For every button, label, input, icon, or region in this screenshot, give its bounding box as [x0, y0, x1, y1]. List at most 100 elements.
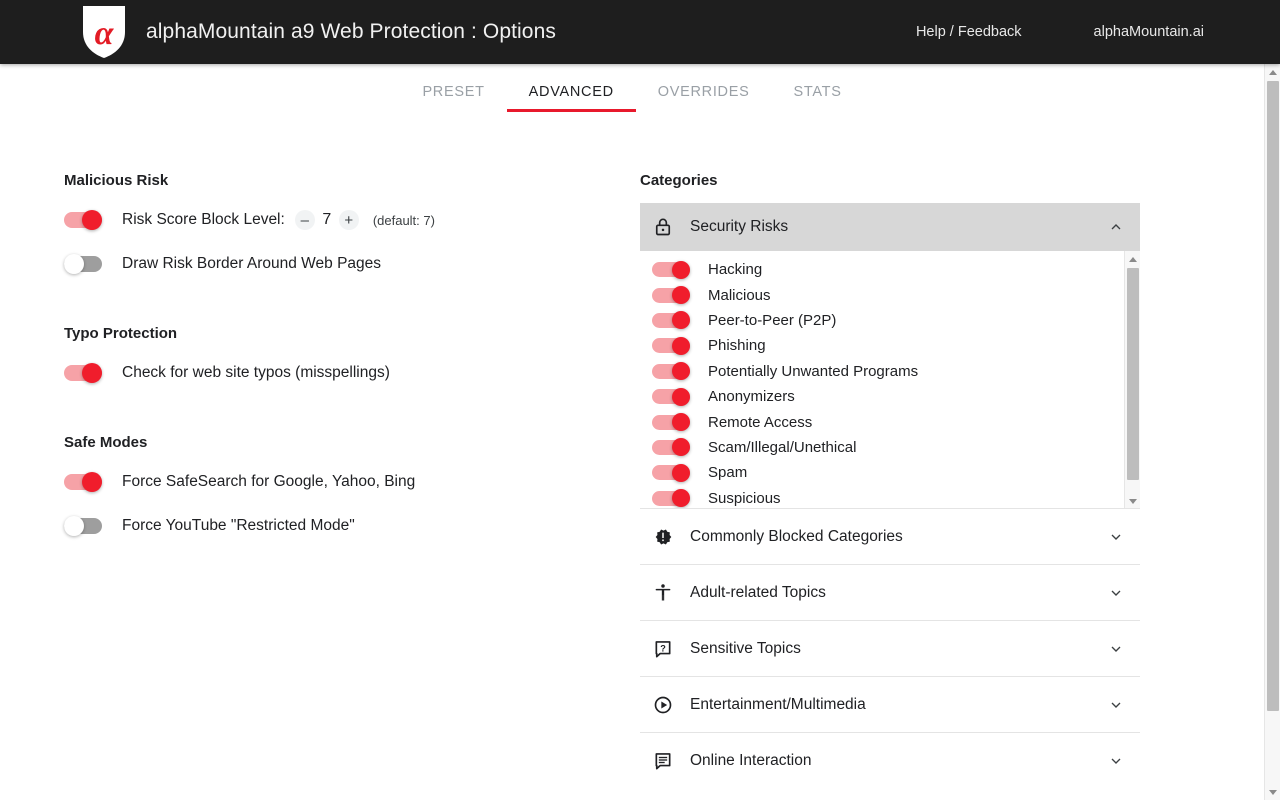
option-draw-risk-border: Draw Risk Border Around Web Pages [64, 247, 604, 281]
category-group-adult-related-topics[interactable]: Adult-related Topics [640, 565, 1140, 621]
toggle-knob [82, 472, 102, 492]
toggle-knob [64, 254, 84, 274]
categories-column: Categories Security Risks [640, 172, 1140, 789]
chevron-up-icon[interactable] [1108, 219, 1124, 235]
category-group-label: Online Interaction [690, 752, 812, 770]
spacer [64, 400, 604, 434]
toggle-knob [672, 337, 690, 355]
toggle-knob [64, 516, 84, 536]
app-header: α alphaMountain a9 Web Protection : Opti… [0, 0, 1280, 64]
category-group-commonly-blocked-categories[interactable]: Commonly Blocked Categories [640, 509, 1140, 565]
chevron-down-icon[interactable] [1108, 585, 1124, 601]
spacer [64, 291, 604, 325]
toggle-category-suspicious[interactable] [652, 489, 690, 507]
page-title: alphaMountain a9 Web Protection : Option… [146, 20, 556, 44]
tab-bar: PRESET ADVANCED OVERRIDES STATS [0, 64, 1264, 112]
toggle-risk-score-block-level[interactable] [64, 210, 102, 230]
question-bubble-icon: ? [652, 638, 674, 660]
category-item-label: Peer-to-Peer (P2P) [708, 312, 836, 329]
category-group-security-risks[interactable]: Security Risks [640, 203, 1140, 251]
option-force-youtube-restricted: Force YouTube "Restricted Mode" [64, 509, 604, 543]
svg-text:?: ? [660, 643, 666, 653]
category-group-entertainment-multimedia[interactable]: Entertainment/Multimedia [640, 677, 1140, 733]
categories-panel: Security Risks Hacking Malicious Peer-to-P… [640, 203, 1140, 789]
header-links: Help / Feedback alphaMountain.ai [916, 24, 1204, 40]
category-item-label: Scam/Illegal/Unethical [708, 439, 856, 456]
page-scroll-down-arrow-icon[interactable] [1265, 784, 1280, 800]
category-item-row: Remote Access [640, 409, 1124, 434]
category-item-label: Anonymizers [708, 388, 795, 405]
risk-score-increment-button[interactable]: + [339, 210, 359, 230]
alphamountain-site-link[interactable]: alphaMountain.ai [1094, 24, 1204, 40]
risk-score-value: 7 [315, 211, 339, 229]
category-group-sensitive-topics[interactable]: ? Sensitive Topics [640, 621, 1140, 677]
category-item-row: Hacking [640, 257, 1124, 282]
toggle-knob [672, 413, 690, 431]
tab-overrides[interactable]: OVERRIDES [636, 84, 772, 112]
chevron-down-icon[interactable] [1108, 529, 1124, 545]
category-item-row: Peer-to-Peer (P2P) [640, 308, 1124, 333]
toggle-category-remote-access[interactable] [652, 413, 690, 431]
toggle-category-malicious[interactable] [652, 286, 690, 304]
category-item-label: Hacking [708, 261, 762, 278]
category-item-row: Anonymizers [640, 384, 1124, 409]
page-scrollbar-thumb[interactable] [1267, 81, 1279, 711]
page-scrollbar[interactable] [1264, 64, 1280, 800]
toggle-category-anonymizers[interactable] [652, 388, 690, 406]
scroll-down-arrow-icon[interactable] [1125, 493, 1140, 509]
toggle-category-scam-illegal-unethical[interactable] [652, 438, 690, 456]
toggle-knob [672, 464, 690, 482]
toggle-check-typos[interactable] [64, 363, 102, 383]
category-item-label: Potentially Unwanted Programs [708, 363, 918, 380]
security-risks-sublist: HackingMaliciousPeer-to-Peer (P2P)Phishi… [640, 251, 1124, 509]
tab-advanced[interactable]: ADVANCED [507, 84, 636, 112]
option-check-typos: Check for web site typos (misspellings) [64, 356, 604, 390]
toggle-category-potentially-unwanted-programs[interactable] [652, 362, 690, 380]
toggle-category-phishing[interactable] [652, 337, 690, 355]
option-label: Check for web site typos (misspellings) [122, 364, 390, 382]
toggle-force-youtube-restricted[interactable] [64, 516, 102, 536]
category-item-row: Scam/Illegal/Unethical [640, 435, 1124, 460]
options-content: Malicious Risk Risk Score Block Level: –… [0, 112, 1264, 800]
chevron-down-icon[interactable] [1108, 697, 1124, 713]
category-group-online-interaction[interactable]: Online Interaction [640, 733, 1140, 789]
category-item-label: Suspicious [708, 490, 781, 507]
category-group-label: Entertainment/Multimedia [690, 696, 866, 714]
scroll-up-arrow-icon[interactable] [1125, 251, 1140, 267]
option-risk-score-block-level: Risk Score Block Level: – 7 + (default: … [64, 203, 604, 237]
lock-icon [652, 216, 674, 238]
help-feedback-link[interactable]: Help / Feedback [916, 24, 1022, 40]
toggle-knob [672, 286, 690, 304]
risk-score-default-note: (default: 7) [373, 213, 435, 228]
left-settings-column: Malicious Risk Risk Score Block Level: –… [64, 172, 604, 553]
page-scroll-up-arrow-icon[interactable] [1265, 64, 1280, 80]
category-item-row: Malicious [640, 282, 1124, 307]
toggle-category-peer-to-peer-p2p[interactable] [652, 311, 690, 329]
toggle-category-spam[interactable] [652, 464, 690, 482]
toggle-draw-risk-border[interactable] [64, 254, 102, 274]
tab-preset[interactable]: PRESET [400, 84, 506, 112]
category-group-label: Security Risks [690, 218, 788, 236]
category-item-label: Spam [708, 464, 747, 481]
toggle-category-hacking[interactable] [652, 261, 690, 279]
toggle-knob [672, 438, 690, 456]
category-item-row: Potentially Unwanted Programs [640, 359, 1124, 384]
option-label: Risk Score Block Level: [122, 211, 285, 229]
toggle-knob [82, 363, 102, 383]
option-label: Draw Risk Border Around Web Pages [122, 255, 381, 273]
toggle-force-safesearch[interactable] [64, 472, 102, 492]
alert-badge-icon [652, 526, 674, 548]
chevron-down-icon[interactable] [1108, 641, 1124, 657]
tab-stats[interactable]: STATS [771, 84, 863, 112]
section-title-safe-modes: Safe Modes [64, 434, 604, 451]
sublist-scrollbar-thumb[interactable] [1127, 268, 1139, 480]
category-item-row: Spam [640, 460, 1124, 485]
risk-score-stepper: – 7 + [295, 210, 359, 230]
sublist-scrollbar[interactable] [1124, 251, 1140, 509]
category-group-label: Sensitive Topics [690, 640, 801, 658]
risk-score-decrement-button[interactable]: – [295, 210, 315, 230]
toggle-knob [672, 261, 690, 279]
toggle-knob [672, 311, 690, 329]
chevron-down-icon[interactable] [1108, 753, 1124, 769]
person-icon [652, 582, 674, 604]
